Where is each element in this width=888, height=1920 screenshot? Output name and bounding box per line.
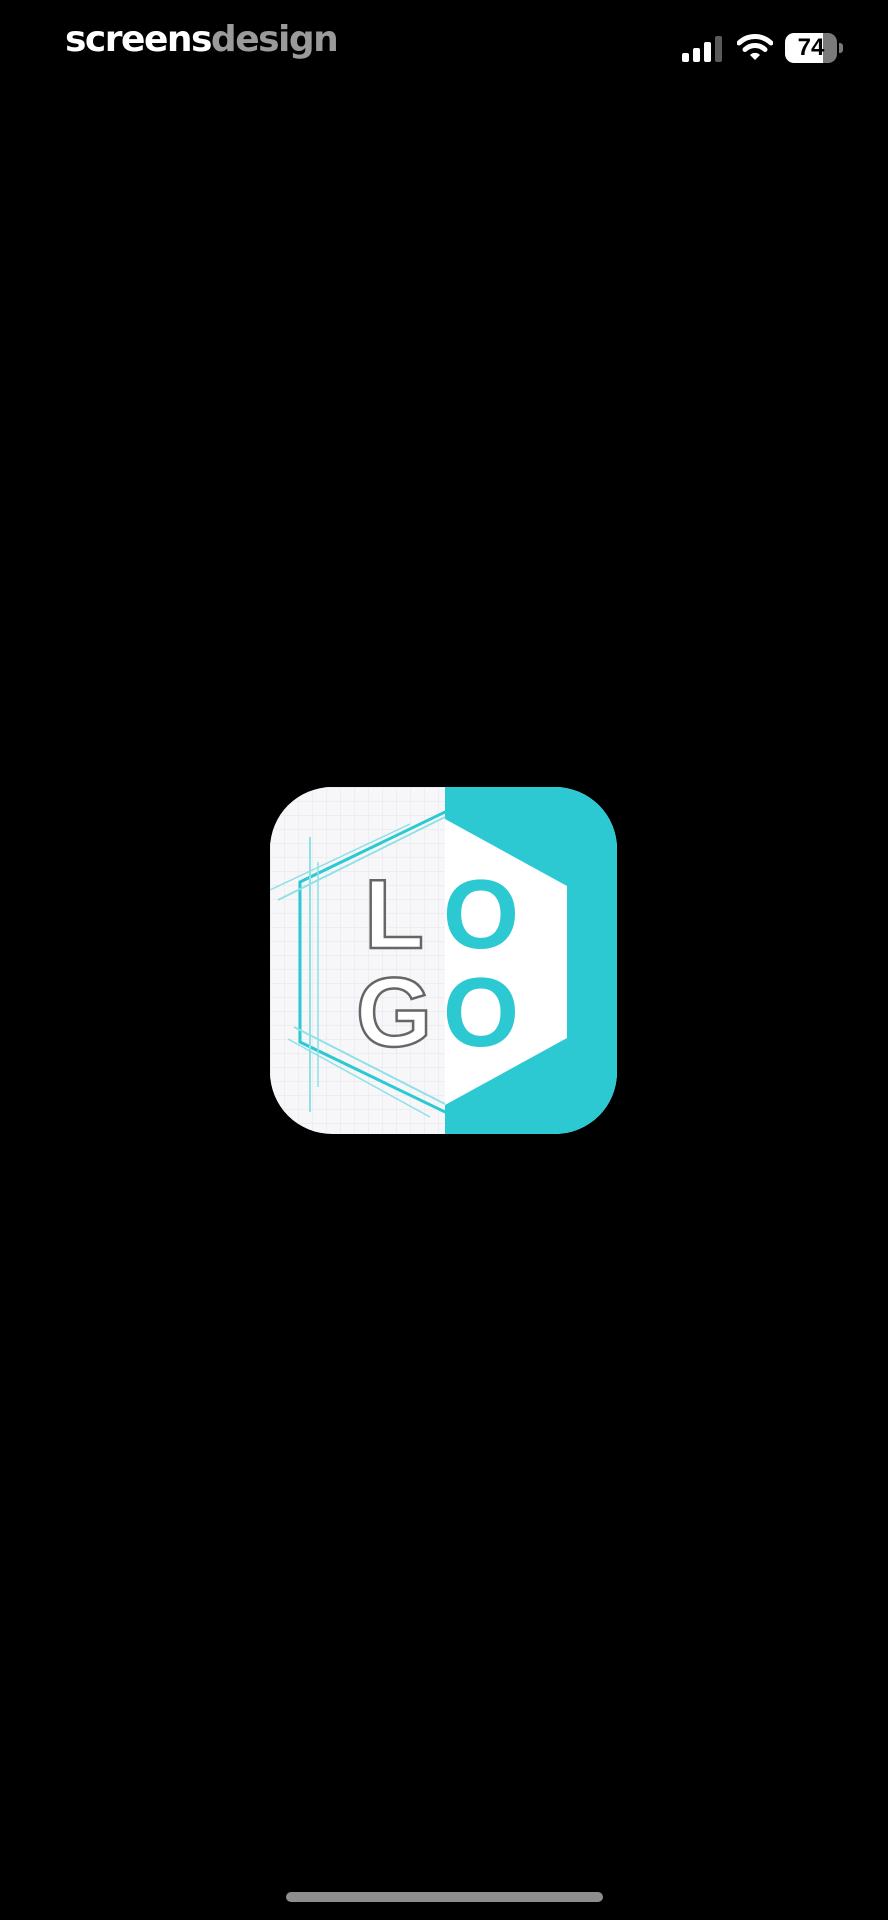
home-indicator[interactable] <box>286 1892 603 1902</box>
logo-letter-g: G <box>356 957 432 1067</box>
cellular-signal-icon <box>682 36 722 62</box>
battery-body: 74 <box>785 33 837 63</box>
battery-level: 74 <box>797 34 825 61</box>
battery-icon: 74 <box>785 33 843 63</box>
battery-cap <box>839 43 843 53</box>
logo-letter-o-bottom: O <box>443 957 519 1067</box>
watermark-design: design <box>210 19 339 60</box>
status-bar: screensdesign 74 <box>0 0 888 90</box>
screensdesign-watermark: screensdesign <box>65 16 339 64</box>
logo-letter-o-top: O <box>443 859 519 969</box>
watermark-screens: screens <box>65 19 212 60</box>
app-logo: L O G O <box>270 787 617 1134</box>
wifi-icon <box>737 34 773 60</box>
logo-letter-l: L <box>364 859 424 969</box>
